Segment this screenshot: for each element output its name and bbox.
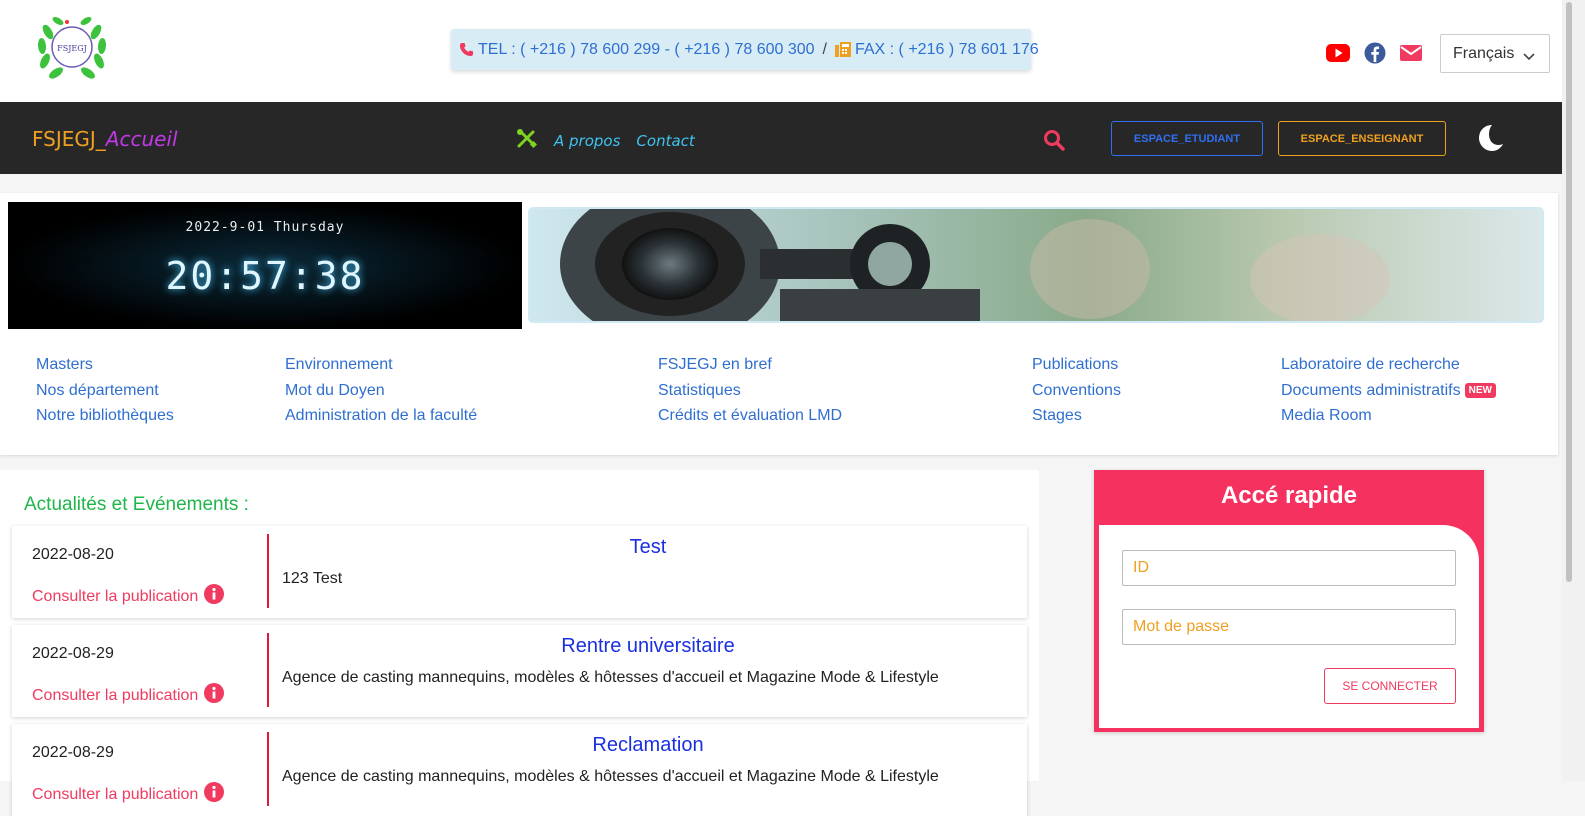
nav-contact[interactable]: Contact bbox=[636, 132, 694, 150]
search-icon[interactable] bbox=[1043, 129, 1065, 156]
consult-publication-link[interactable]: Consulter la publication bbox=[32, 782, 225, 807]
link-fsjegj-bref[interactable]: FSJEGJ en bref bbox=[658, 356, 842, 382]
student-space-button[interactable]: ESPACE_ETUDIANT bbox=[1111, 121, 1263, 156]
links-column-2: Environnement Mot du Doyen Administratio… bbox=[285, 356, 477, 433]
news-item: 2022-08-20 Consulter la publication Test… bbox=[12, 526, 1027, 618]
chevron-down-icon bbox=[1523, 48, 1535, 66]
digital-clock: 2022-9-01 Thursday 20:57:38 bbox=[8, 202, 522, 329]
clock-time: 20:57:38 bbox=[165, 254, 365, 298]
fax-text: FAX : ( +216 ) 78 601 176 bbox=[854, 40, 1039, 58]
link-environnement[interactable]: Environnement bbox=[285, 356, 477, 382]
brand-part2: Accueil bbox=[105, 127, 178, 151]
links-column-1: Masters Nos département Notre bibliothèq… bbox=[36, 356, 174, 433]
link-conventions[interactable]: Conventions bbox=[1032, 382, 1121, 408]
facebook-icon[interactable] bbox=[1364, 42, 1386, 69]
language-select[interactable]: Français bbox=[1440, 34, 1550, 73]
email-icon[interactable] bbox=[1400, 45, 1422, 66]
links-column-5: Laboratoire de recherche Documents admin… bbox=[1281, 356, 1496, 433]
separator: / bbox=[822, 40, 827, 58]
news-item-desc: Agence de casting mannequins, modèles & … bbox=[282, 768, 939, 785]
main-navbar: FSJEGJ_Accueil A propos Contact ESPACE_E… bbox=[0, 102, 1562, 174]
link-statistiques[interactable]: Statistiques bbox=[658, 382, 842, 408]
dark-mode-moon-icon[interactable] bbox=[1478, 124, 1504, 157]
clock-date: 2022-9-01 Thursday bbox=[185, 220, 345, 235]
consult-label: Consulter la publication bbox=[32, 686, 199, 704]
link-masters[interactable]: Masters bbox=[36, 356, 174, 382]
social-links bbox=[1326, 42, 1422, 69]
brand-part1: FSJEGJ_ bbox=[32, 127, 106, 151]
links-column-4: Publications Conventions Stages bbox=[1032, 356, 1121, 433]
info-icon bbox=[204, 683, 225, 708]
quick-access-title: Accé rapide bbox=[1220, 482, 1358, 509]
news-item-title[interactable]: Test bbox=[269, 536, 1027, 559]
nav-links: A propos Contact bbox=[516, 129, 695, 153]
banner-image bbox=[530, 209, 1542, 321]
password-input[interactable] bbox=[1122, 609, 1456, 645]
fax-icon bbox=[834, 42, 851, 57]
youtube-icon[interactable] bbox=[1326, 44, 1350, 67]
language-value: Français bbox=[1453, 44, 1515, 62]
link-mot-doyen[interactable]: Mot du Doyen bbox=[285, 382, 477, 408]
link-credits-lmd[interactable]: Crédits et évaluation LMD bbox=[658, 407, 842, 433]
link-bibliotheques[interactable]: Notre bibliothèques bbox=[36, 407, 174, 433]
id-input[interactable] bbox=[1122, 550, 1456, 586]
login-form: SE CONNECTER bbox=[1099, 525, 1479, 728]
top-header: FSJEGJ TEL : ( +216 ) 78 600 299 - ( +21… bbox=[0, 0, 1562, 102]
link-administration[interactable]: Administration de la faculté bbox=[285, 407, 477, 433]
news-date: 2022-08-20 bbox=[32, 546, 114, 563]
consult-label: Consulter la publication bbox=[32, 587, 199, 605]
link-documents-admin[interactable]: Documents administratifs bbox=[1281, 382, 1461, 399]
tools-icon[interactable] bbox=[516, 129, 538, 153]
phone-icon bbox=[459, 42, 474, 57]
news-item-desc: 123 Test bbox=[282, 570, 343, 587]
news-item-title[interactable]: Reclamation bbox=[269, 734, 1027, 757]
contact-info: TEL : ( +216 ) 78 600 299 - ( +216 ) 78 … bbox=[451, 29, 1039, 70]
page-scrollbar[interactable] bbox=[1562, 0, 1585, 781]
link-documents-admin-row: Documents administratifs NEW bbox=[1281, 382, 1496, 408]
link-stages[interactable]: Stages bbox=[1032, 407, 1121, 433]
news-item: 2022-08-29 Consulter la publication Rent… bbox=[12, 625, 1027, 717]
consult-publication-link[interactable]: Consulter la publication bbox=[32, 683, 225, 708]
news-item-desc: Agence de casting mannequins, modèles & … bbox=[282, 669, 939, 686]
tel-text: TEL : ( +216 ) 78 600 299 - ( +216 ) 78 … bbox=[478, 40, 815, 58]
info-icon bbox=[204, 782, 225, 807]
new-badge: NEW bbox=[1464, 382, 1496, 398]
links-column-3: FSJEGJ en bref Statistiques Crédits et é… bbox=[658, 356, 842, 433]
news-item: 2022-08-29 Consulter la publication Recl… bbox=[12, 724, 1027, 816]
info-icon bbox=[204, 584, 225, 609]
consult-publication-link[interactable]: Consulter la publication bbox=[32, 584, 225, 609]
brand-link[interactable]: FSJEGJ_Accueil bbox=[32, 127, 178, 151]
news-date: 2022-08-29 bbox=[32, 645, 114, 662]
link-publications[interactable]: Publications bbox=[1032, 356, 1121, 382]
teacher-space-button[interactable]: ESPACE_ENSEIGNANT bbox=[1278, 121, 1446, 156]
news-item-title[interactable]: Rentre universitaire bbox=[269, 635, 1027, 658]
consult-label: Consulter la publication bbox=[32, 785, 199, 803]
news-date: 2022-08-29 bbox=[32, 744, 114, 761]
nav-about[interactable]: A propos bbox=[554, 132, 620, 150]
svg-text:FSJEGJ: FSJEGJ bbox=[57, 44, 87, 53]
news-title: Actualités et Evénements : bbox=[24, 494, 249, 515]
scrollbar-thumb[interactable] bbox=[1566, 2, 1572, 582]
quick-access-panel: Accé rapide SE CONNECTER bbox=[1094, 470, 1484, 732]
connect-button[interactable]: SE CONNECTER bbox=[1324, 668, 1456, 704]
link-laboratoire[interactable]: Laboratoire de recherche bbox=[1281, 356, 1496, 382]
link-departements[interactable]: Nos département bbox=[36, 382, 174, 408]
link-media-room[interactable]: Media Room bbox=[1281, 407, 1496, 433]
faculty-logo[interactable]: FSJEGJ bbox=[34, 10, 110, 86]
